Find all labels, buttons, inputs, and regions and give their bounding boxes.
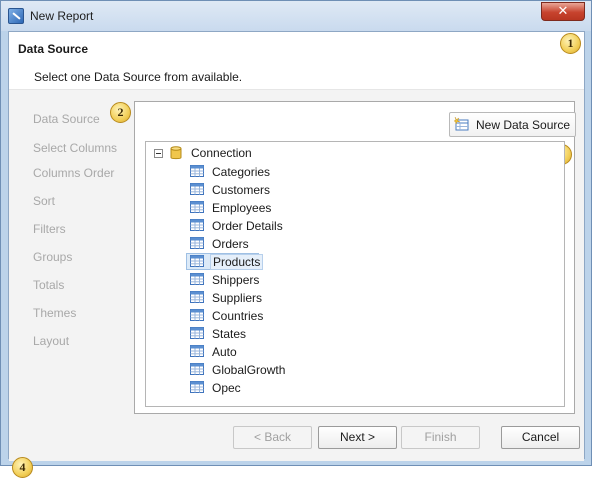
tree-item-shippers[interactable]: Shippers	[186, 271, 386, 288]
back-button[interactable]: < Back	[233, 426, 312, 449]
table-icon	[190, 255, 204, 267]
dialog-window: New Report ✕ Data Source Select one Data…	[0, 0, 592, 478]
close-button[interactable]: ✕	[541, 2, 585, 21]
tree-item-categories[interactable]: Categories	[186, 163, 386, 180]
callout-badge-2: 2	[110, 102, 131, 123]
data-source-panel: New Data Source 3 Connection CategoriesC…	[134, 101, 576, 414]
new-data-source-icon	[454, 117, 469, 131]
tree-item-label: Countries	[212, 309, 264, 323]
report-app-icon	[8, 8, 24, 24]
title-bar[interactable]: New Report ✕	[1, 1, 591, 31]
dialog-client-area: Data Source Select one Data Source from …	[8, 31, 585, 478]
tree-item-orders[interactable]: Orders	[186, 235, 386, 252]
tree-item-auto[interactable]: Auto	[186, 343, 386, 360]
tree-item-label: Products	[210, 254, 264, 270]
tree-item-label: Suppliers	[212, 291, 263, 305]
tree-item-label: Orders	[212, 237, 249, 251]
table-icon	[190, 345, 204, 357]
tree-item-label: Customers	[212, 183, 271, 197]
tree-item-label: Auto	[212, 345, 237, 359]
tree-item-order-details[interactable]: Order Details	[186, 217, 386, 234]
tree-root-connection[interactable]: Connection	[191, 146, 252, 160]
tree-item-label: States	[212, 327, 247, 341]
database-icon	[170, 146, 182, 160]
new-data-source-label: New Data Source	[476, 118, 571, 132]
finish-button[interactable]: Finish	[401, 426, 480, 449]
step-groups: Groups	[33, 250, 73, 264]
new-data-source-button[interactable]: New Data Source	[449, 112, 576, 137]
tree-item-products[interactable]: Products	[186, 253, 386, 270]
window-title: New Report	[30, 9, 94, 23]
table-icon	[190, 327, 204, 339]
tree-item-countries[interactable]: Countries	[186, 307, 386, 324]
collapse-toggle-icon[interactable]	[154, 149, 163, 158]
callout-badge-1: 1	[560, 33, 581, 54]
tree-item-label: Opec	[212, 381, 241, 395]
tree-item-globalgrowth[interactable]: GlobalGrowth	[186, 361, 386, 378]
tree-item-suppliers[interactable]: Suppliers	[186, 289, 386, 306]
data-source-tree[interactable]: Connection Categories Customers Employees O…	[145, 141, 565, 407]
step-totals: Totals	[33, 278, 65, 292]
table-icon	[190, 237, 204, 249]
tree-item-label: Employees	[212, 201, 272, 215]
next-button[interactable]: Next >	[318, 426, 397, 449]
page-description: Select one Data Source from available.	[34, 70, 243, 84]
table-icon	[190, 363, 204, 375]
tree-item-label: Shippers	[212, 273, 260, 287]
cancel-button[interactable]: Cancel	[501, 426, 580, 449]
step-themes: Themes	[33, 306, 77, 320]
step-layout: Layout	[33, 334, 70, 348]
tree-item-opec[interactable]: Opec	[186, 379, 386, 396]
step-filters: Filters	[33, 222, 66, 236]
table-icon	[190, 201, 204, 213]
tree-item-states[interactable]: States	[186, 325, 386, 342]
table-icon	[190, 273, 204, 285]
step-sort: Sort	[33, 194, 56, 208]
table-icon	[190, 165, 204, 177]
table-icon	[190, 219, 204, 231]
tree-item-employees[interactable]: Employees	[186, 199, 386, 216]
table-icon	[190, 381, 204, 393]
tree-item-label: Categories	[212, 165, 271, 179]
table-icon	[190, 309, 204, 321]
table-icon	[190, 291, 204, 303]
step-data-source: Data Source	[33, 112, 100, 126]
page-title: Data Source	[18, 42, 89, 56]
tree-item-customers[interactable]: Customers	[186, 181, 386, 198]
tree-item-label: Order Details	[212, 219, 283, 233]
step-select-columns: Select Columns	[33, 141, 118, 155]
table-icon	[190, 183, 204, 195]
page-header: Data Source Select one Data Source from …	[9, 32, 584, 89]
step-columns-order: Columns Order	[33, 166, 115, 180]
wizard-content: Data Source Select Columns Columns Order…	[9, 89, 584, 478]
tree-item-label: GlobalGrowth	[212, 363, 286, 377]
